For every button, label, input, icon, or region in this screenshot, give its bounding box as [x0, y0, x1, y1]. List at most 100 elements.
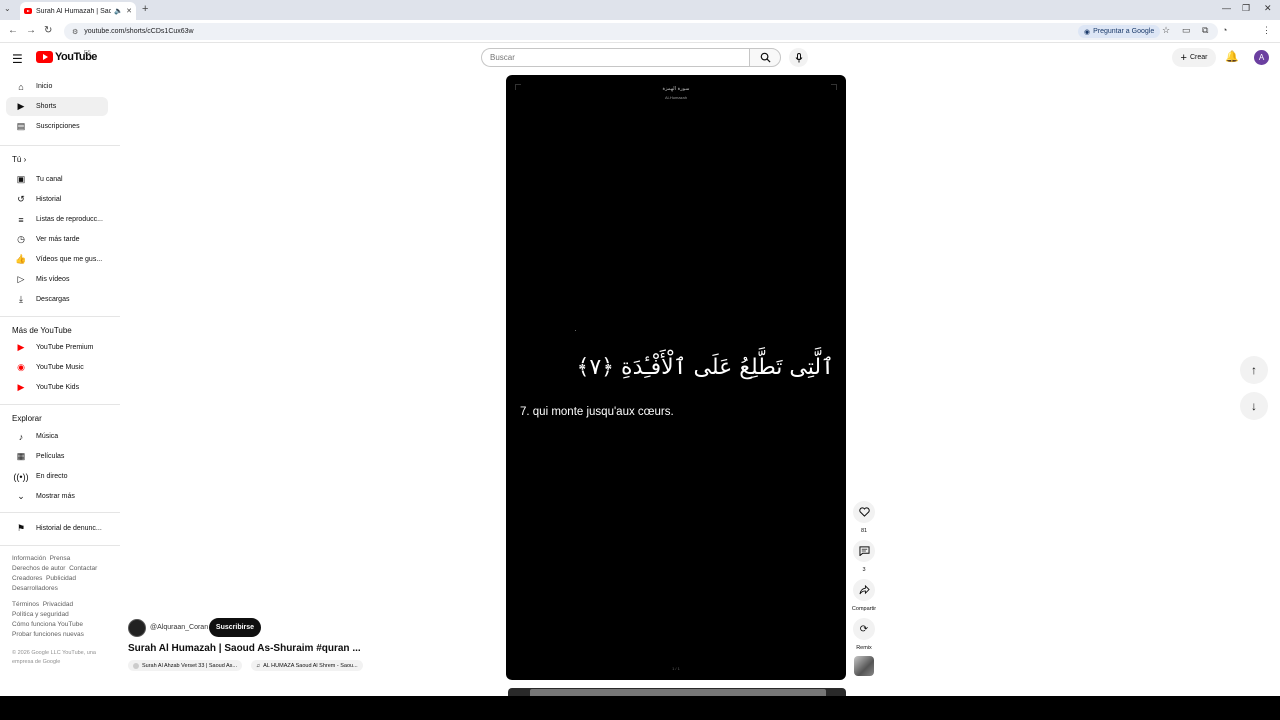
sidebar-item-history[interactable]: ↺ Historial [6, 190, 108, 209]
remix-icon: ⟳ [859, 623, 869, 635]
hamburger-menu-icon[interactable]: ☰ [12, 52, 23, 66]
video-title[interactable]: Surah Al Humazah | Saoud As-Shuraim #qur… [128, 643, 361, 654]
tab-list-chevron-icon[interactable]: ⌄ [4, 4, 11, 13]
sidebar-item-watch-later[interactable]: ◷ Ver más tarde [6, 230, 108, 249]
footer-links-row: Derechos de autor Contactar [12, 565, 97, 572]
sidebar-item-label: YouTube Kids [36, 384, 80, 391]
related-video-chip[interactable]: Surah Al Ahzab Verset 33 | Saoud As... [128, 660, 242, 671]
footer-link-test-new-features[interactable]: Probar funciones nuevas [12, 631, 84, 638]
speaker-icon[interactable]: 🔈 [114, 7, 123, 15]
sidebar-explore-heading: Explorar [12, 414, 42, 423]
footer-link-creators[interactable]: Creadores [12, 575, 42, 582]
verse-arabic-text: ٱلَّتِى تَطَّلِعُ عَلَى ٱلْأَفْـِٔدَةِ ﴿… [576, 355, 834, 380]
footer-link-advertise[interactable]: Publicidad [46, 575, 76, 582]
footer-link-developers[interactable]: Desarrolladores [12, 585, 58, 592]
profile-icon[interactable]: ◔ [1222, 25, 1227, 35]
sidebar-item-label: Mostrar más [36, 493, 75, 500]
youtube-music-icon: ◉ [17, 362, 25, 372]
sidebar-item-label: YouTube Premium [36, 344, 94, 351]
sidebar-you-heading[interactable]: Tú › [12, 155, 26, 164]
surah-arabic-title: سورة الهمزة [662, 86, 690, 92]
account-avatar[interactable]: A [1254, 50, 1269, 65]
previous-short-button[interactable]: ↑ [1240, 356, 1268, 384]
share-button[interactable] [853, 579, 875, 601]
restore-icon[interactable]: ❐ [1242, 3, 1250, 14]
sidebar-item-youtube-music[interactable]: ◉ YouTube Music [6, 358, 108, 377]
share-label: Compartir [851, 606, 877, 612]
sidebar-item-your-videos[interactable]: ▷ Mis vídeos [6, 270, 108, 289]
google-lens-icon: ◉ [1084, 28, 1091, 36]
minimize-icon[interactable]: — [1222, 3, 1231, 13]
sidebar-item-liked-videos[interactable]: 👍 Vídeos que me gus... [6, 250, 108, 269]
sidebar-item-shorts[interactable]: ▶ Shorts [6, 97, 108, 116]
comments-button[interactable] [853, 540, 875, 562]
sidebar-item-playlists[interactable]: ≡ Listas de reproducc... [6, 210, 108, 229]
footer-link-about[interactable]: Información [12, 555, 46, 562]
arrow-down-icon: ↓ [1251, 399, 1257, 413]
tab-close-icon[interactable]: ✕ [126, 7, 132, 15]
next-short-button[interactable]: ↓ [1240, 392, 1268, 420]
chevron-down-icon: ⌄ [17, 491, 25, 501]
sidebar-item-movies[interactable]: ▦ Películas [6, 447, 108, 466]
you-heading-label: Tú [12, 155, 22, 164]
footer-link-copyright[interactable]: Derechos de autor [12, 565, 65, 572]
sidebar-item-label: Historial de denunc... [36, 525, 102, 532]
search-icon [760, 52, 771, 63]
channel-avatar[interactable] [128, 619, 146, 637]
flag-icon: ⚑ [16, 523, 26, 533]
sidebar-divider [0, 316, 120, 317]
notifications-bell-icon[interactable]: 🔔 [1225, 50, 1239, 63]
bookmark-star-icon[interactable]: ☆ [1162, 25, 1170, 36]
reload-icon[interactable]: ↻ [44, 25, 52, 36]
search-input[interactable]: Buscar [481, 48, 749, 67]
footer-link-terms[interactable]: Términos [12, 601, 39, 608]
sidebar-item-music[interactable]: ♪ Música [6, 427, 108, 446]
sound-chip[interactable]: ♫ AL HUMAZA Saoud Al Shrem - Saou... [251, 660, 363, 671]
site-info-icon[interactable]: ⚙ [72, 28, 78, 36]
sidebar-item-show-more[interactable]: ⌄ Mostrar más [6, 487, 108, 506]
footer-link-contact[interactable]: Contactar [69, 565, 97, 572]
youtube-logo[interactable]: YouTube ES [36, 50, 97, 63]
sidebar-item-home[interactable]: ⌂ Inicio [6, 77, 108, 96]
footer-link-how-youtube-works[interactable]: Cómo funciona YouTube [12, 621, 83, 628]
sidebar-item-subscriptions[interactable]: ▤ Suscripciones [6, 117, 108, 136]
sidebar-item-label: Música [36, 433, 59, 440]
heart-icon [858, 507, 870, 517]
sidebar-item-label: Películas [36, 453, 65, 460]
shorts-video-player[interactable]: سورة الهمزة Al-Humazah ٱلَّتِى تَطَّلِعُ… [506, 75, 846, 680]
address-bar[interactable]: ⚙ youtube.com/shorts/cCDs1Cux63w [64, 23, 1218, 40]
window-close-icon[interactable]: ✕ [1264, 3, 1272, 14]
voice-search-button[interactable] [789, 48, 808, 67]
footer-link-policy-safety[interactable]: Política y seguridad [12, 611, 69, 618]
sidebar-item-downloads[interactable]: ⤓ Descargas [6, 290, 108, 309]
video-icon: ▷ [17, 274, 25, 284]
ask-google-button[interactable]: ◉ Preguntar a Google [1078, 25, 1161, 38]
sound-thumbnail[interactable] [854, 656, 874, 676]
new-tab-plus-icon[interactable]: + [142, 3, 148, 15]
remix-button[interactable]: ⟳ [853, 618, 875, 640]
search-button[interactable] [749, 48, 781, 67]
ask-google-label: Preguntar a Google [1093, 28, 1155, 35]
extensions-icon[interactable]: ⧉ [1202, 25, 1208, 36]
sidebar-item-label: Descargas [36, 296, 70, 303]
youtube-play-icon [36, 51, 53, 63]
sidebar-divider [0, 545, 120, 546]
thumbs-up-icon: 👍 [15, 254, 27, 264]
sidebar-item-youtube-premium[interactable]: ▶ YouTube Premium [6, 338, 108, 357]
like-button[interactable] [853, 501, 875, 523]
sidebar-item-report-history[interactable]: ⚑ Historial de denunc... [6, 519, 108, 538]
back-arrow-icon[interactable]: ← [8, 25, 18, 36]
subscribe-button[interactable]: Suscribirse [209, 618, 261, 637]
channel-name[interactable]: @Alquraan_Coran [150, 624, 208, 631]
forward-arrow-icon[interactable]: → [26, 25, 36, 36]
create-button[interactable]: + Crear [1172, 48, 1216, 67]
sidebar-item-youtube-kids[interactable]: ▶ YouTube Kids [6, 378, 108, 397]
browser-tab[interactable]: Surah Al Humazah | Saoud 🔈 ✕ [20, 2, 136, 20]
clock-icon: ◷ [17, 234, 25, 244]
sidebar-item-your-channel[interactable]: ▣ Tu canal [6, 170, 108, 189]
browser-menu-icon[interactable]: ⋮ [1262, 25, 1271, 36]
cast-icon[interactable]: ▭ [1182, 25, 1191, 36]
sidebar-item-live[interactable]: ((•)) En directo [6, 467, 108, 486]
footer-link-privacy[interactable]: Privacidad [43, 601, 73, 608]
footer-link-press[interactable]: Prensa [50, 555, 71, 562]
